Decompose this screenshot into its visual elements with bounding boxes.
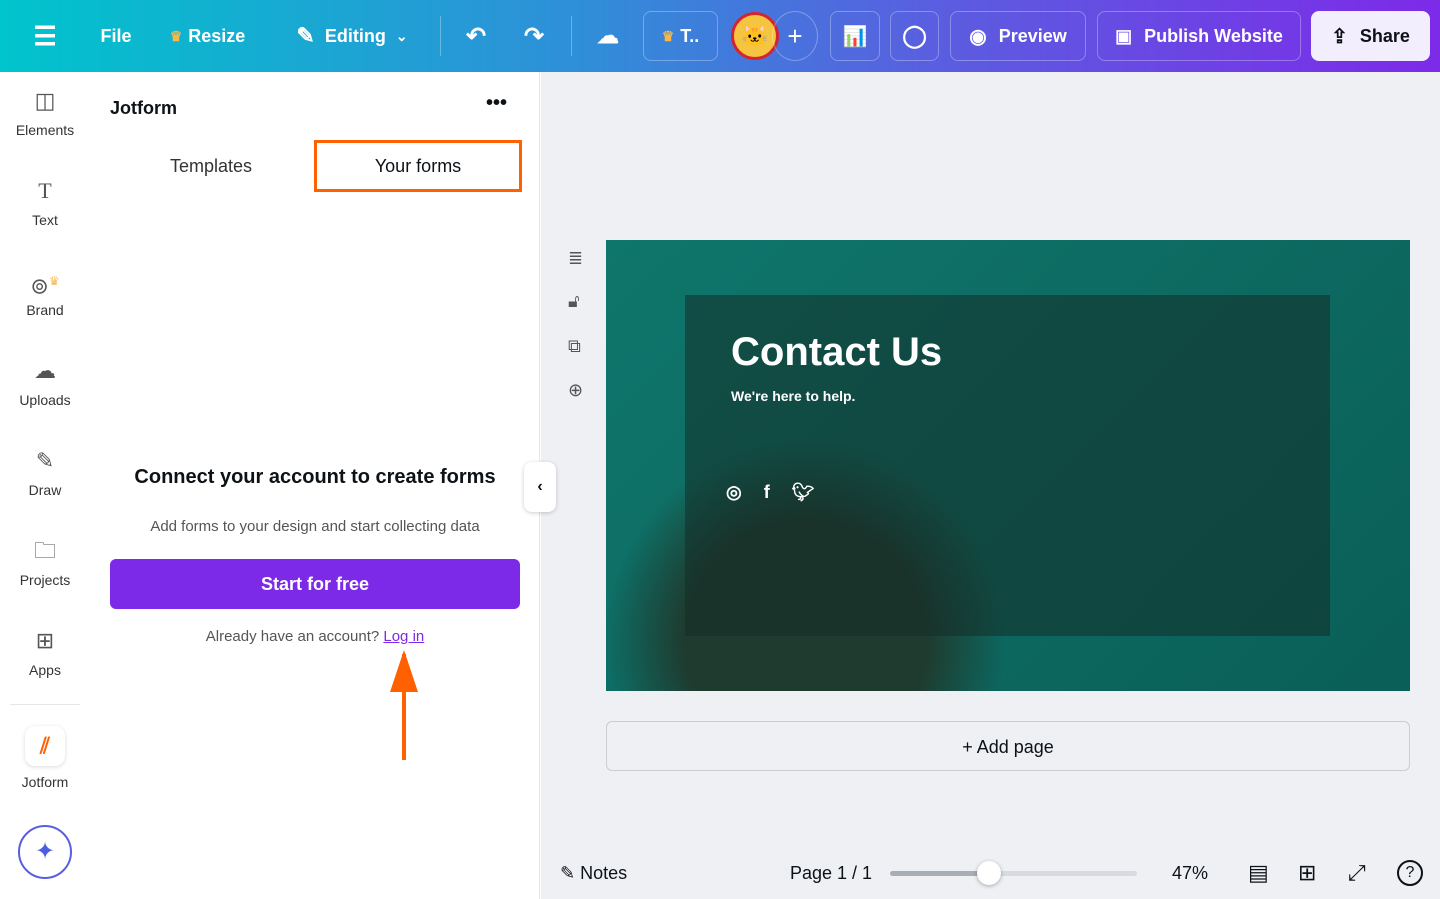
draw-icon: ✎ (35, 448, 55, 473)
grid-view-icon[interactable]: ⊞ (1298, 860, 1316, 886)
social-icons: ◎ f 🐦︎ (726, 482, 815, 503)
page-indicator[interactable]: Page 1 / 1 (790, 863, 872, 884)
rail-item-projects[interactable]: 🗀 Projects (0, 536, 90, 588)
comment-icon[interactable]: ◯ (890, 11, 939, 61)
rail-label: Elements (15, 122, 75, 138)
pencil-icon: ✎ (296, 23, 315, 48)
undo-icon[interactable]: ↶ (456, 11, 496, 61)
start-for-free-button[interactable]: Start for free (110, 559, 520, 609)
rail-label: Draw (28, 482, 62, 498)
cloud-saved-icon[interactable]: ☁ (588, 11, 628, 61)
left-rail: ◫ Elements T Text ⊚♛ Brand ☁ Uploads ✎ Draw 🗀… (0, 72, 90, 899)
design-subtitle[interactable]: We're here to help. (731, 388, 855, 404)
top-toolbar: ☰ File ♛ Resize ✎ Editing ⌄ ↶ ↷ ☁ ♛ T.. 🐱 + … (0, 0, 1440, 72)
twitter-icon: 🐦︎ (791, 482, 815, 502)
rail-label: Apps (29, 662, 61, 678)
divider (440, 16, 441, 56)
jotform-logo-icon: ⫽ (25, 726, 65, 766)
zoom-slider-fill (890, 871, 989, 876)
menu-icon[interactable]: ☰ (26, 11, 64, 61)
instagram-icon: ◎ (726, 482, 742, 502)
team-label: T.. (680, 25, 700, 46)
upload-icon: ⇪ (1331, 25, 1348, 48)
brand-icon: ⊚♛ (30, 273, 60, 299)
crown-icon: ♛ (169, 27, 183, 44)
publish-website-button[interactable]: ▣ Publish Website (1097, 11, 1301, 61)
file-menu[interactable]: File (96, 11, 136, 61)
notes-icon: ✎ (560, 863, 581, 883)
rail-item-jotform[interactable]: ⫽ Jotform (0, 726, 90, 790)
connect-subtext: Add forms to your design and start colle… (150, 518, 480, 535)
resize-button[interactable]: ♛ Resize (160, 11, 255, 61)
more-options-icon[interactable]: ••• (486, 92, 507, 115)
rail-label: Jotform (21, 774, 69, 790)
collapse-panel-button[interactable]: ‹ (524, 462, 556, 512)
rail-label: Uploads (19, 392, 71, 408)
rail-label: Text (32, 212, 58, 228)
rail-item-elements[interactable]: ◫ Elements (0, 86, 90, 138)
cloud-upload-icon: ☁ (34, 358, 56, 383)
resize-label: Resize (188, 25, 246, 46)
apps-icon: ⊞ (35, 628, 55, 653)
crown-icon: ♛ (661, 27, 675, 44)
insights-icon[interactable]: 📊 (830, 11, 880, 61)
annotation-arrow-head (390, 650, 418, 692)
fullscreen-icon[interactable]: ⤢ (1348, 860, 1366, 886)
add-page-button[interactable]: + Add page (606, 721, 1410, 771)
rail-item-uploads[interactable]: ☁ Uploads (0, 356, 90, 408)
preview-label: Preview (998, 25, 1067, 46)
eye-icon: ◉ (969, 25, 987, 48)
login-link[interactable]: Log in (383, 628, 424, 645)
zoom-slider-thumb[interactable] (976, 861, 1001, 885)
magic-sparkle-icon[interactable]: ✦ (18, 825, 72, 879)
divider (10, 704, 80, 705)
notes-button[interactable]: ✎ Notes (560, 863, 627, 884)
rail-item-brand[interactable]: ⊚♛ Brand (0, 266, 90, 318)
panel-title: Jotform (110, 98, 177, 118)
notes-icon[interactable]: ≣ (568, 248, 583, 269)
tab-templates[interactable]: Templates (110, 140, 312, 192)
rail-item-apps[interactable]: ⊞ Apps (0, 626, 90, 678)
connect-heading: Connect your account to create forms (134, 466, 496, 488)
login-prompt-text: Already have an account? (205, 628, 380, 645)
plus-icon: + (962, 737, 977, 757)
editing-label: Editing (324, 25, 386, 46)
share-button[interactable]: ⇪ Share (1311, 11, 1430, 61)
text-icon: T (38, 178, 52, 203)
divider (571, 16, 572, 56)
design-page[interactable]: Contact Us We're here to help. ◎ f 🐦︎ (606, 240, 1410, 691)
zoom-level[interactable]: 47% (1172, 863, 1208, 884)
shapes-icon: ◫ (34, 88, 56, 113)
preview-button[interactable]: ◉ Preview (950, 11, 1086, 61)
add-collaborator-button[interactable]: + (772, 11, 818, 61)
rail-item-draw[interactable]: ✎ Draw (0, 446, 90, 498)
jotform-panel: Jotform ••• Templates Your forms Connect… (90, 72, 540, 899)
login-prompt: Already have an account? Log in (90, 628, 540, 645)
chevron-down-icon: ⌄ (395, 27, 408, 44)
thumbnail-view-icon[interactable]: ▤ (1248, 860, 1269, 886)
facebook-icon: f (763, 482, 770, 502)
rail-label: Projects (19, 572, 71, 588)
zoom-slider[interactable] (890, 861, 1137, 885)
add-page-label: Add page (976, 737, 1054, 757)
rail-label: Brand (26, 302, 64, 318)
duplicate-icon[interactable]: ⧉ (568, 336, 581, 357)
publish-label: Publish Website (1144, 25, 1283, 46)
tab-your-forms[interactable]: Your forms (314, 140, 522, 192)
editing-dropdown[interactable]: ✎ Editing ⌄ (282, 11, 422, 61)
add-page-icon[interactable]: ⊕ (568, 380, 583, 401)
rail-item-text[interactable]: T Text (0, 176, 90, 228)
redo-icon[interactable]: ↷ (514, 11, 554, 61)
publish-icon: ▣ (1115, 25, 1133, 46)
notes-label: Notes (580, 863, 628, 883)
lock-icon[interactable]: 🔓︎ (568, 291, 580, 312)
folder-icon: 🗀 (33, 538, 56, 563)
team-button[interactable]: ♛ T.. (643, 11, 718, 61)
help-icon[interactable]: ? (1397, 860, 1423, 886)
design-title[interactable]: Contact Us (731, 330, 942, 375)
share-label: Share (1359, 25, 1410, 46)
